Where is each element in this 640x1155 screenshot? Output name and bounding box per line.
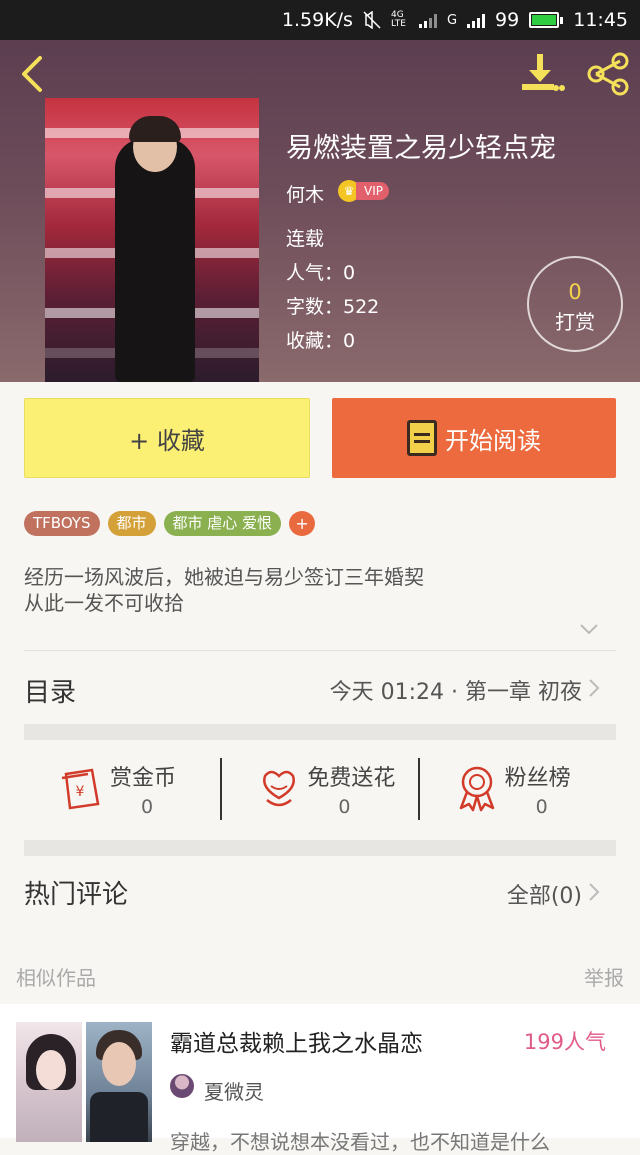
catalog-label: 目录 xyxy=(24,678,77,708)
ribbon-medal-icon xyxy=(459,766,494,812)
start-reading-label: 开始阅读 xyxy=(445,426,541,455)
divider xyxy=(24,650,616,651)
vip-label: VIP xyxy=(356,182,389,200)
book-author[interactable]: 何木 xyxy=(286,180,324,207)
battery-level: 99 xyxy=(495,9,520,31)
similar-book-title: 霸道总裁赖上我之水晶恋 xyxy=(170,1031,423,1057)
book-description: 经历一场风波后，她被迫与易少签订三年婚契 从此一发不可收拾 xyxy=(24,564,424,616)
book-status: 连载 xyxy=(286,228,325,250)
book-favorites: 收藏：0 xyxy=(286,330,356,352)
latest-chapter: 今天 01:24 · 第一章 初夜 xyxy=(329,680,582,705)
section-separator xyxy=(24,840,616,856)
support-actions: ¥ 赏金币 0 免费送花 0 粉丝榜 0 xyxy=(24,740,616,838)
stat-name: 粉丝榜 xyxy=(504,766,571,791)
add-favorite-label: + 收藏 xyxy=(129,426,205,455)
tag-item[interactable]: TFBOYS xyxy=(24,511,100,536)
red-envelope-icon: ¥ xyxy=(61,768,100,810)
reward-button[interactable]: 0 打赏 xyxy=(527,256,623,352)
catalog-row[interactable]: 目录 今天 01:24 · 第一章 初夜 xyxy=(24,652,616,722)
signal-icon-2 xyxy=(467,12,486,28)
expand-chevron-down-icon[interactable] xyxy=(578,622,600,636)
book-header: 易燃装置之易少轻点宠 何木 ♛ VIP 连载 人气：0 字数：522 收藏：0 … xyxy=(0,40,640,382)
status-bar: 1.59K/s 4G LTE G 99 11:45 xyxy=(0,0,640,40)
report-link[interactable]: 举报 xyxy=(584,962,624,991)
tag-item[interactable]: 都市 虐心 爱恨 xyxy=(163,511,282,536)
book-cover-image xyxy=(45,98,259,382)
all-comments-link[interactable]: 全部(0) xyxy=(507,878,582,910)
chevron-right-icon[interactable] xyxy=(588,882,600,902)
similar-book-popularity: 199人气 xyxy=(523,1030,606,1054)
tag-list: TFBOYS 都市 都市 虐心 爱恨 + xyxy=(24,511,316,536)
share-icon[interactable] xyxy=(586,52,630,96)
add-favorite-button[interactable]: + 收藏 xyxy=(24,398,310,478)
hot-comments-row: 热门评论 全部(0) xyxy=(24,856,616,926)
similar-book-author: 夏微灵 xyxy=(204,1080,264,1104)
chevron-right-icon xyxy=(589,679,600,697)
download-icon[interactable] xyxy=(518,52,566,96)
start-reading-button[interactable]: 开始阅读 xyxy=(332,398,616,478)
stat-divider xyxy=(418,758,420,820)
signal-icon xyxy=(418,12,437,28)
section-separator xyxy=(24,724,616,740)
stat-name: 赏金币 xyxy=(110,766,177,791)
flower-icon xyxy=(263,770,296,807)
battery-icon xyxy=(529,12,564,28)
description-line: 经历一场风波后，她被迫与易少签订三年婚契 xyxy=(24,565,424,589)
stat-value: 0 xyxy=(535,796,548,818)
back-arrow-icon[interactable] xyxy=(16,54,48,94)
similar-works-label: 相似作品 xyxy=(16,966,96,990)
similar-book-card[interactable]: 霸道总裁赖上我之水晶恋 199人气 夏微灵 穿越，不想说想本没看过，也不知道是什… xyxy=(0,1004,640,1154)
similar-book-description: 穿越，不想说想本没看过，也不知道是什么 xyxy=(170,1130,550,1154)
book-title: 易燃装置之易少轻点宠 xyxy=(286,133,556,164)
stat-name: 免费送花 xyxy=(307,766,396,791)
book-icon xyxy=(407,420,437,456)
network-type-1: 4G LTE xyxy=(390,10,406,29)
add-tag-button[interactable]: + xyxy=(289,511,316,536)
author-avatar xyxy=(170,1074,194,1098)
mute-icon xyxy=(363,11,381,29)
similar-book-cover xyxy=(16,1022,152,1142)
hot-comments-label: 热门评论 xyxy=(24,880,129,910)
book-popularity: 人气：0 xyxy=(286,262,356,284)
svg-text:¥: ¥ xyxy=(76,784,85,800)
fan-ranking-button[interactable]: 粉丝榜 0 xyxy=(419,740,616,838)
network-speed: 1.59K/s xyxy=(281,9,353,31)
reward-count: 0 xyxy=(568,280,582,304)
stat-divider xyxy=(220,758,222,820)
tag-item[interactable]: 都市 xyxy=(107,511,156,536)
reward-coins-button[interactable]: ¥ 赏金币 0 xyxy=(24,740,221,838)
network-type-2: G xyxy=(446,12,458,28)
book-word-count: 字数：522 xyxy=(286,296,380,318)
vip-badge: ♛ VIP xyxy=(338,180,389,202)
send-flowers-button[interactable]: 免费送花 0 xyxy=(221,740,418,838)
clock: 11:45 xyxy=(573,9,628,31)
description-line: 从此一发不可收拾 xyxy=(24,591,184,615)
stat-value: 0 xyxy=(338,796,351,818)
reward-label: 打赏 xyxy=(555,310,595,334)
stat-value: 0 xyxy=(141,796,154,818)
